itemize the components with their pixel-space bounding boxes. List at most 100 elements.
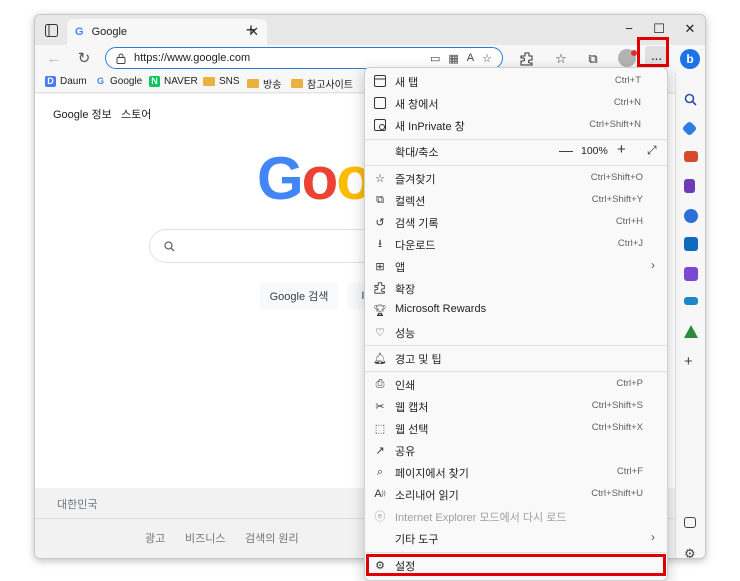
sidebar-tree-icon[interactable] [684,325,698,338]
menu-item-new-tab[interactable]: 새 탭 Ctrl+T [365,70,667,92]
menu-item-alerts[interactable]: 🔔︎ 경고 및 팁 [365,347,667,369]
store-link[interactable]: 스토어 [121,106,151,122]
sidebar-search-icon[interactable] [684,93,698,107]
menu-item-history[interactable]: ↺ 검색 기록 Ctrl+H [365,211,667,233]
address-bar[interactable]: https://www.google.com ▭ ▦ A ☆ [105,47,503,69]
google-search-button[interactable]: Google 검색 [260,283,338,309]
fullscreen-icon[interactable]: ⤢ [647,143,657,158]
favorite-label: Daum [60,76,87,87]
menu-item-collections[interactable]: ⧉ 컬렉션 Ctrl+Shift+Y [365,189,667,211]
menu-shortcut: Ctrl+Shift+U [591,488,643,499]
menu-label: 새 탭 [395,77,419,89]
sidebar-outlook-icon[interactable] [684,237,698,251]
menu-shortcut: Ctrl+Shift+O [590,172,643,183]
menu-item-extensions[interactable]: 확장 [365,277,667,299]
add-favorite-icon[interactable]: ☆ [482,52,492,65]
menu-item-new-window[interactable]: 새 창에서 Ctrl+N [365,92,667,114]
footer-link-how-search-works[interactable]: 검색의 원리 [245,530,299,546]
favorite-folder-broadcast[interactable]: 방송 [247,76,281,91]
read-aloud-icon[interactable]: A [467,52,474,64]
menu-item-read-aloud[interactable]: A)) 소리내어 읽기 Ctrl+Shift+U [365,483,667,505]
read-aloud-icon: A)) [374,488,386,500]
zoom-out-button[interactable]: — [559,142,573,158]
maximize-button[interactable]: ☐ [649,21,669,37]
sidebar-m365-icon[interactable] [684,209,698,223]
favorite-label: 방송 [263,80,282,91]
extensions-icon[interactable] [519,51,535,67]
close-window-button[interactable]: ✕ [680,21,700,37]
sidebar-settings-icon[interactable]: ⚙ [684,547,698,559]
chevron-right-icon: › [651,530,655,544]
menu-item-inprivate[interactable]: 새 InPrivate 창 Ctrl+Shift+N [365,114,667,136]
menu-item-zoom: 확대/축소 — 100% + ⤢ [365,140,667,162]
sidebar-games-icon[interactable] [684,179,695,193]
favorite-google[interactable]: G Google [95,76,142,87]
menu-item-rewards[interactable]: 🏆︎ Microsoft Rewards [365,299,667,321]
active-tab[interactable]: G Google ✕ [67,19,267,45]
new-tab-button[interactable]: + [241,21,261,39]
menu-shortcut: Ctrl+P [616,378,643,389]
favorite-folder-sns[interactable]: SNS [203,76,240,87]
menu-label: 새 InPrivate 창 [395,121,465,133]
menu-item-web-select[interactable]: ⬚ 웹 선택 Ctrl+Shift+X [365,417,667,439]
menu-label: 소리내어 읽기 [395,490,459,502]
refresh-button[interactable]: ↻ [75,50,93,68]
rewards-icon: 🏆︎ [373,304,387,317]
footer-link-ads[interactable]: 광고 [145,530,165,546]
edge-sidebar: + ⚙ [675,73,705,559]
lock-icon [116,53,126,64]
menu-item-share[interactable]: ↗ 공유 [365,439,667,461]
menu-shortcut: Ctrl+T [614,75,641,86]
favorite-daum[interactable]: D Daum [45,76,87,87]
menu-item-web-capture[interactable]: ✂ 웹 캡처 Ctrl+Shift+S [365,395,667,417]
folder-icon [247,79,259,88]
daum-icon: D [45,76,56,87]
menu-item-performance[interactable]: ♡ 성능 [365,321,667,343]
history-icon: ↺ [375,216,385,229]
collections-icon[interactable]: ⧉ [585,51,601,67]
tab-actions-icon[interactable] [43,22,59,38]
copilot-icon[interactable]: b [680,49,700,69]
zoom-in-button[interactable]: + [617,141,626,158]
menu-label: 웹 선택 [395,424,429,436]
favorite-label: 참고사이트 [307,80,353,91]
menu-shortcut: Ctrl+Shift+S [591,400,643,411]
about-google-link[interactable]: Google 정보 [53,106,112,122]
favorites-icon[interactable]: ☆ [553,51,569,67]
sidebar-shopping-icon[interactable] [681,120,698,137]
favorite-label: Google [110,76,143,87]
menu-item-downloads[interactable]: ⭳ 다운로드 Ctrl+J [365,233,667,255]
favorite-folder-reference[interactable]: 참고사이트 [291,76,353,91]
menu-item-apps[interactable]: ⊞ 앱 › [365,255,667,277]
sidebar-add-icon[interactable]: + [684,354,698,369]
menu-label: 다운로드 [395,240,436,252]
menu-label: 확장 [395,284,416,296]
back-button[interactable]: ← [45,50,63,68]
menu-label: 검색 기록 [395,218,439,230]
menu-shortcut: Ctrl+N [613,97,641,108]
menu-item-ie-mode: ⓔ Internet Explorer 모드에서 다시 로드 [365,505,667,527]
sidebar-designer-icon[interactable] [684,267,698,281]
menu-label: 경고 및 팁 [395,354,442,366]
menu-item-more-tools[interactable]: 기타 도구 › [365,527,667,549]
menu-divider [365,552,667,553]
menu-shortcut: Ctrl+J [617,238,643,249]
sidebar-hide-icon[interactable] [684,517,696,528]
sidebar-tools-icon[interactable] [684,151,698,162]
menu-label: 앱 [395,262,406,274]
minimize-button[interactable]: − [619,21,639,36]
inprivate-icon [373,118,387,132]
sidebar-send-icon[interactable] [684,297,698,305]
download-icon: ⭳ [378,237,382,250]
tab-title: Google [91,26,128,38]
favorite-naver[interactable]: N NAVER [149,76,198,87]
footer-link-business[interactable]: 비즈니스 [185,530,225,546]
qr-code-icon[interactable]: ▦ [448,52,458,65]
menu-item-find[interactable]: ⌕ 페이지에서 찾기 Ctrl+F [365,461,667,483]
country-label: 대한민국 [57,499,98,511]
menu-item-print[interactable]: ⎙ 인쇄 Ctrl+P [365,373,667,395]
folder-icon [291,79,303,88]
apps-icon: ⊞ [375,260,385,273]
app-available-icon[interactable]: ▭ [430,52,440,65]
menu-item-favorites[interactable]: ☆ 즐겨찾기 Ctrl+Shift+O [365,167,667,189]
